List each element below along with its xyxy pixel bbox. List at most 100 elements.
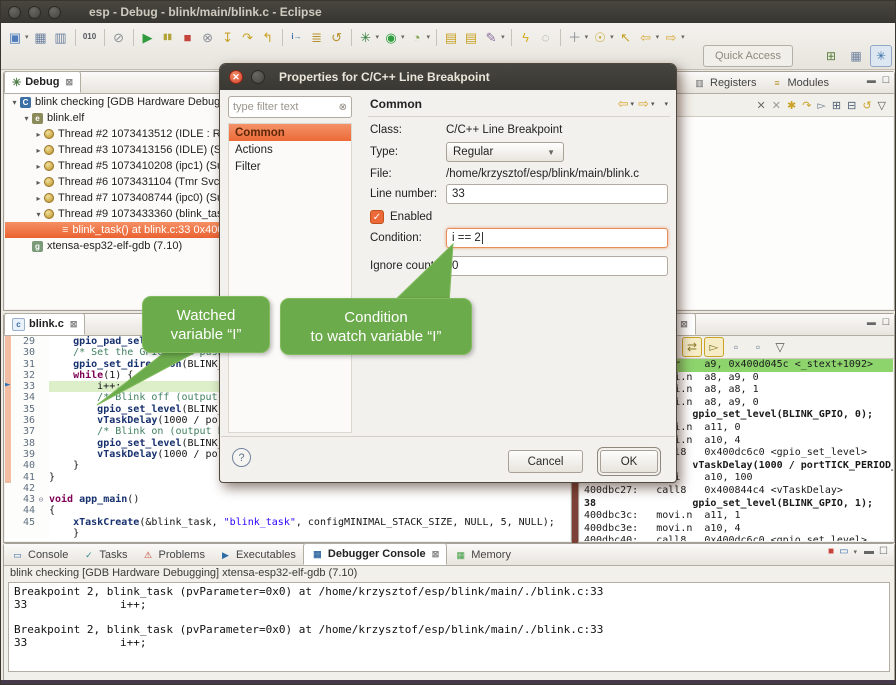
restart-icon[interactable]: ↺ [327,27,347,47]
editor-gutter[interactable]: 36 [5,415,49,426]
expander-icon[interactable]: ▾ [21,114,32,123]
maximize-icon[interactable]: ☐ [882,317,890,328]
collapse-all-icon[interactable]: ⊟ [847,99,856,112]
follow-pc-icon[interactable]: ▻ [704,337,724,357]
expander-icon[interactable]: ▸ [33,178,44,187]
expander-icon[interactable]: ▸ [33,146,44,155]
editor-gutter[interactable]: 30 [5,347,49,358]
clear-filter-icon[interactable]: ⊗ [339,102,347,113]
editor-gutter[interactable] [5,528,49,539]
tab-debug[interactable]: ✳ Debug ⊠ [4,71,81,93]
tab-registers[interactable]: ▥ Registers [686,73,763,93]
expander-icon[interactable]: ▾ [9,98,20,107]
view-menu-icon[interactable]: ▾ [664,100,668,108]
flash-icon[interactable]: ϟ [516,27,536,47]
expander-icon[interactable]: ▸ [33,194,44,203]
minimize-icon[interactable]: ▬ [864,546,874,557]
terminate-console-icon[interactable]: ■ [828,546,834,557]
dialog-close-icon[interactable]: ✕ [229,70,243,84]
editor-gutter[interactable]: 43⊖ [5,494,49,505]
minimize-icon[interactable]: ▬ [867,317,876,328]
close-icon[interactable]: ⊠ [680,319,688,330]
editor-gutter[interactable]: 39 [5,449,49,460]
dialog-section-common[interactable]: Common [229,124,351,141]
new-view-icon[interactable]: ▫ [726,337,746,357]
disconnect-icon[interactable]: ⊗ [198,27,218,47]
tab-problems[interactable]: ⚠Problems [134,545,211,565]
step-into-icon[interactable]: ↧ [218,27,238,47]
editor-gutter[interactable]: 44 [5,505,49,516]
save-all-icon[interactable]: ▥ [51,27,71,47]
tab-tasks[interactable]: ✓Tasks [75,545,134,565]
tab-debugger-console[interactable]: ▦Debugger Console⊠ [303,543,447,565]
breakpoint-arrow-icon[interactable]: ► [5,380,10,391]
editor-gutter[interactable]: 42 [5,483,49,494]
forward-icon[interactable]: ⇨ [661,27,681,47]
last-edit-location-icon[interactable]: ↖ [616,27,636,47]
window-minimize-icon[interactable] [28,6,41,19]
dialog-menu-icon[interactable] [251,70,265,84]
enabled-checkbox[interactable]: ✓ [370,210,384,224]
editor-gutter[interactable]: 45 [5,517,49,528]
external-tools-icon[interactable]: ◔ [407,27,427,47]
open-perspective-icon[interactable]: ⊞ [820,45,842,67]
tree-item[interactable]: ▸Thread #5 1073410208 (ipc1) (Susp [5,158,227,174]
restore-default-groups-icon[interactable]: ↷ [802,99,811,112]
close-icon[interactable]: ⊠ [432,549,440,560]
editor-gutter[interactable]: 33► [5,381,49,392]
back-icon[interactable]: ⇦ [636,27,656,47]
close-icon[interactable]: ⊠ [70,319,78,330]
world-icon[interactable]: ◌ [536,27,556,47]
window-close-icon[interactable] [8,6,21,19]
type-dropdown[interactable]: Regular▼ [446,142,564,162]
cdt-perspective-icon[interactable]: ▦ [845,45,867,67]
tree-item[interactable]: ▾eblink.elf [5,110,227,126]
fold-minus-icon[interactable]: ⊖ [35,494,47,505]
tree-item[interactable]: ▾Cblink checking [GDB Hardware Debug [5,94,227,110]
remove-all-register-groups-icon[interactable]: ✕ [772,99,781,112]
minimize-icon[interactable]: ▬ [867,75,876,86]
window-maximize-icon[interactable] [48,6,61,19]
editor-gutter[interactable]: 40 [5,460,49,471]
filter-input[interactable]: type filter text ⊗ [228,96,352,118]
step-return-icon[interactable]: ↰ [258,27,278,47]
pin-editor-icon[interactable]: ＋ [565,27,585,47]
sync-selection-icon[interactable]: ⇄ [682,337,702,357]
terminate-icon[interactable]: ■ [178,27,198,47]
show-debug-view-icon[interactable]: ≣ [307,27,327,47]
annotation-icon[interactable]: ✎ [481,27,501,47]
editor-gutter[interactable]: 29 [5,336,49,347]
instruction-stepping-icon[interactable]: i→ [287,27,307,47]
tab-executables[interactable]: ▶Executables [212,545,303,565]
cancel-button[interactable]: Cancel [508,450,583,473]
close-icon[interactable]: ⊠ [65,77,73,88]
debug-icon[interactable]: ✳ [356,27,376,47]
import-folder-icon[interactable]: ▤ [461,27,481,47]
save-icon[interactable]: ▦ [31,27,51,47]
tab-memory[interactable]: ▦Memory [447,545,518,565]
tree-item[interactable]: ▾Thread #9 1073433360 (blink_task : [5,206,227,222]
tree-item[interactable]: ▸Thread #2 1073413512 (IDLE : Runn [5,126,227,142]
editor-gutter[interactable]: 41 [5,472,49,483]
tree-item[interactable]: ▸Thread #7 1073408744 (ipc0) (Susp [5,190,227,206]
editor-gutter[interactable]: 32 [5,370,49,381]
help-button[interactable]: ? [232,448,251,467]
tree-item[interactable]: ≡blink_task() at blink.c:33 0x400db [5,222,227,238]
add-register-group-icon[interactable]: ✱ [787,99,796,112]
select-icon[interactable]: ▻ [817,99,825,112]
line-number-input[interactable]: 33 [446,184,668,204]
quick-access-button[interactable]: Quick Access [703,45,793,67]
expander-icon[interactable]: ▸ [33,130,44,139]
resume-icon[interactable]: ▶ [138,27,158,47]
back-icon[interactable]: ⇦ [618,96,629,112]
maximize-icon[interactable]: ☐ [879,546,888,557]
open-folder-icon[interactable]: ▤ [441,27,461,47]
forward-icon[interactable]: ⇨ [638,96,649,112]
tab-console[interactable]: ▭Console [4,545,75,565]
maximize-icon[interactable]: ☐ [882,75,890,86]
new-wizard-icon[interactable]: ▣ [5,27,25,47]
editor-gutter[interactable]: 38 [5,438,49,449]
remove-register-group-icon[interactable]: ✕ [757,99,766,112]
layout-icon[interactable]: ↺ [862,99,871,112]
binary-file-icon[interactable]: 010 [80,27,100,47]
